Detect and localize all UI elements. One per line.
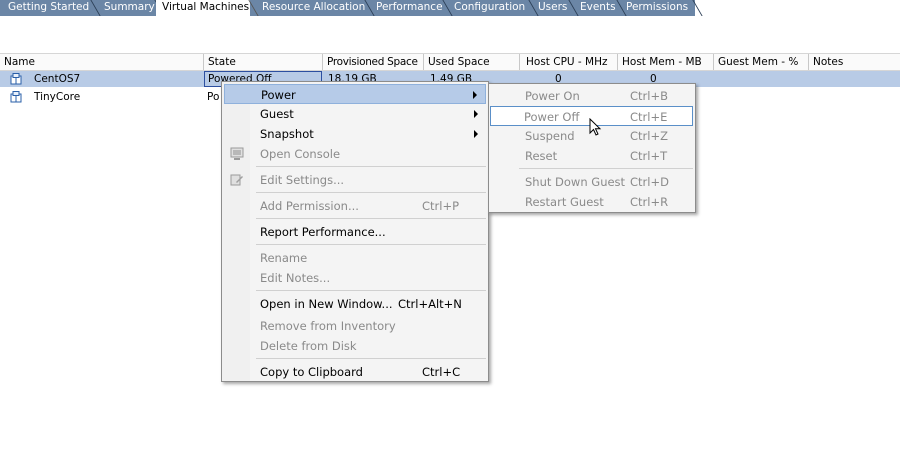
- tab-users[interactable]: Users: [530, 0, 570, 15]
- menu-item-edit-settings[interactable]: Edit Settings...: [224, 170, 486, 190]
- menu-item-label: Suspend: [525, 129, 575, 143]
- menu-separator: [256, 166, 486, 167]
- menu-item-label: Snapshot: [260, 127, 314, 141]
- tab-events[interactable]: Events: [572, 0, 618, 15]
- menu-item-shortcut: Ctrl+D: [630, 175, 669, 189]
- menu-item-shortcut: Ctrl+P: [422, 199, 460, 213]
- tab-permissions[interactable]: Permissions: [618, 0, 694, 15]
- menu-separator: [256, 192, 486, 193]
- menu-item-label: Report Performance...: [260, 225, 386, 239]
- menu-item-shortcut: Ctrl+T: [630, 149, 668, 163]
- context-menu: Power Guest Snapshot Open Console Edit S…: [221, 81, 489, 382]
- menu-item-shortcut: Ctrl+R: [630, 195, 669, 209]
- menu-item-label: Power: [261, 88, 296, 102]
- menu-item-label: Guest: [260, 107, 294, 121]
- column-header-name[interactable]: Name: [0, 54, 204, 70]
- menu-separator: [256, 358, 486, 359]
- menu-item-guest[interactable]: Guest: [224, 104, 486, 124]
- console-icon: [230, 147, 244, 160]
- menu-item-shortcut: Ctrl+C: [422, 365, 461, 379]
- menu-item-open-console[interactable]: Open Console: [224, 144, 486, 164]
- menu-item-delete-from-disk[interactable]: Delete from Disk: [224, 336, 486, 356]
- menu-item-label: Rename: [260, 251, 308, 265]
- vm-name: TinyCore: [34, 91, 81, 103]
- menu-item-label: Copy to Clipboard: [260, 365, 363, 379]
- menu-item-edit-notes[interactable]: Edit Notes...: [224, 268, 486, 288]
- tab-getting-started[interactable]: Getting Started: [0, 0, 92, 15]
- menu-item-label: Add Permission...: [260, 199, 359, 213]
- tab-virtual-machines[interactable]: Virtual Machines: [156, 0, 250, 16]
- vm-icon: [10, 73, 22, 85]
- menu-item-add-permission[interactable]: Add Permission... Ctrl+P: [224, 196, 486, 216]
- column-header-used-space[interactable]: Used Space: [424, 54, 520, 70]
- mouse-cursor-icon: [589, 118, 602, 136]
- column-header-host-cpu[interactable]: Host CPU - MHz: [520, 54, 618, 70]
- settings-icon: [230, 174, 243, 186]
- menu-item-label: Remove from Inventory: [260, 319, 396, 333]
- menu-item-open-new-window[interactable]: Open in New Window... Ctrl+Alt+N: [224, 294, 486, 314]
- menu-item-label: Open Console: [260, 147, 341, 161]
- column-header-host-mem[interactable]: Host Mem - MB: [618, 54, 714, 70]
- menu-item-shortcut: Ctrl+B: [630, 89, 668, 103]
- submenu-arrow-icon: [474, 130, 478, 138]
- submenu-arrow-icon: [473, 91, 477, 99]
- menu-item-label: Shut Down Guest: [525, 175, 626, 189]
- menu-item-shortcut: Ctrl+Z: [630, 129, 668, 143]
- menu-item-label: Edit Settings...: [260, 173, 345, 187]
- submenu-item-reset[interactable]: Reset Ctrl+T: [491, 146, 693, 166]
- menu-item-label: Delete from Disk: [260, 339, 357, 353]
- vm-icon: [10, 91, 22, 103]
- menu-item-snapshot[interactable]: Snapshot: [224, 124, 486, 144]
- column-header-state[interactable]: State: [204, 54, 323, 70]
- menu-item-rename[interactable]: Rename: [224, 248, 486, 268]
- vm-name: CentOS7: [34, 73, 81, 85]
- menu-item-label: Power Off: [524, 110, 580, 124]
- power-submenu: Power On Ctrl+B Power Off Ctrl+E Suspend…: [488, 83, 696, 213]
- menu-item-label: Reset: [525, 149, 558, 163]
- menu-item-label: Open in New Window...: [260, 297, 393, 311]
- tab-performance[interactable]: Performance: [368, 0, 444, 15]
- column-header-guest-mem[interactable]: Guest Mem - %: [714, 54, 809, 70]
- menu-item-label: Restart Guest: [525, 195, 604, 209]
- vm-state: Po: [207, 91, 220, 103]
- tab-bar: Getting Started Summary Virtual Machines…: [0, 0, 900, 16]
- column-header-notes[interactable]: Notes: [809, 54, 900, 70]
- menu-item-label: Edit Notes...: [260, 271, 331, 285]
- submenu-item-restart-guest[interactable]: Restart Guest Ctrl+R: [491, 192, 693, 212]
- menu-item-shortcut: Ctrl+E: [630, 110, 668, 124]
- menu-item-label: Power On: [525, 89, 580, 103]
- tab-summary[interactable]: Summary: [96, 0, 156, 15]
- submenu-arrow-icon: [474, 110, 478, 118]
- menu-separator: [256, 290, 486, 291]
- menu-item-copy-to-clipboard[interactable]: Copy to Clipboard Ctrl+C: [224, 362, 486, 382]
- tab-resource-allocation[interactable]: Resource Allocation: [254, 0, 366, 15]
- table-header: Name State Provisioned Space Used Space …: [0, 53, 900, 71]
- tab-configuration[interactable]: Configuration: [446, 0, 530, 15]
- menu-separator: [519, 168, 693, 169]
- menu-separator: [256, 218, 486, 219]
- menu-item-shortcut: Ctrl+Alt+N: [398, 297, 462, 311]
- menu-item-power[interactable]: Power: [224, 84, 486, 104]
- submenu-item-power-on[interactable]: Power On Ctrl+B: [491, 86, 693, 106]
- menu-item-remove-from-inventory[interactable]: Remove from Inventory: [224, 316, 486, 336]
- menu-item-report-performance[interactable]: Report Performance...: [224, 222, 486, 242]
- submenu-item-shut-down-guest[interactable]: Shut Down Guest Ctrl+D: [491, 172, 693, 192]
- column-header-provisioned-space[interactable]: Provisioned Space: [323, 54, 424, 70]
- menu-separator: [256, 244, 486, 245]
